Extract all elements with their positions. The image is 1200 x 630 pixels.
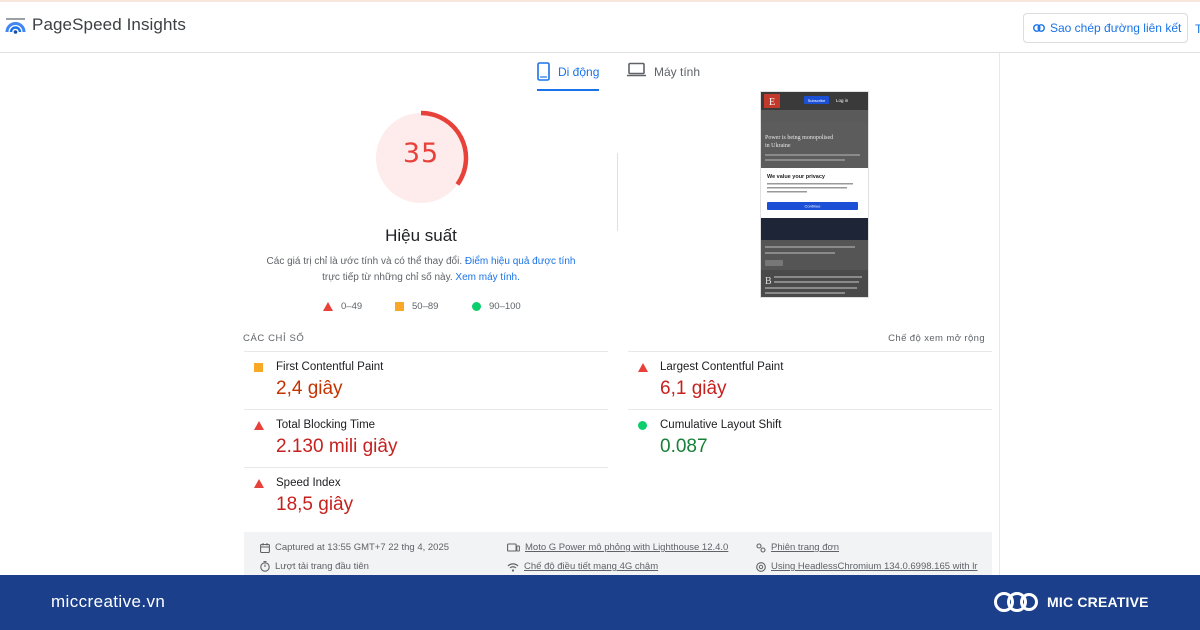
poor-triangle-icon: [323, 302, 333, 311]
metric-value: 18,5 giây: [276, 494, 354, 515]
top-bar: PageSpeed Insights Sao chép đường liên k…: [0, 2, 1200, 53]
metric-tbt: Total Blocking Time 2.130 mili giây: [244, 409, 608, 467]
calculator-link[interactable]: Xem máy tính.: [455, 272, 519, 283]
brand-banner: miccreative.vn MIC CREATIVE: [0, 575, 1200, 630]
performance-score: 35: [402, 138, 440, 169]
metric-value: 0.087: [660, 436, 708, 457]
run-info-box: Captured at 13:55 GMT+7 22 thg 4, 2025 M…: [244, 532, 992, 578]
description-text: Các giá trị chỉ là ước tính và có thể th…: [266, 256, 463, 267]
copy-link-button[interactable]: Sao chép đường liên kết: [1023, 13, 1188, 43]
metric-fcp: First Contentful Paint 2,4 giây: [244, 351, 608, 409]
metric-cls: Cumulative Layout Shift 0.087: [628, 409, 992, 467]
poor-triangle-icon: [254, 421, 264, 430]
session-icon: [756, 542, 766, 553]
browser-info[interactable]: Using HeadlessChromium 134.0.6998.165 wi…: [756, 561, 977, 572]
performance-description: Các giá trị chỉ là ước tính và có thể th…: [257, 254, 585, 286]
load-text: Lượt tải trang đầu tiên: [275, 561, 369, 572]
vertical-divider: [617, 153, 618, 231]
browser-text: Using HeadlessChromium 134.0.6998.165 wi…: [771, 561, 978, 572]
metric-name: Cumulative Layout Shift: [660, 419, 782, 431]
truncated-action[interactable]: T: [1195, 22, 1200, 36]
tab-desktop-label: Máy tính: [654, 65, 701, 79]
tab-desktop[interactable]: Máy tính: [627, 62, 700, 91]
screenshot-image: E Subscribe Log in Power is being monopo…: [761, 92, 868, 297]
good-circle-icon: [638, 421, 647, 430]
brand-logo: MIC CREATIVE: [993, 587, 1149, 617]
metric-name: Total Blocking Time: [276, 419, 376, 431]
svg-text:Power is being monopolised: Power is being monopolised: [765, 135, 833, 141]
tab-mobile-label: Di động: [558, 65, 600, 79]
network-info[interactable]: Chế độ điều tiết mạng 4G chậm: [507, 561, 658, 572]
session-text: Phiên trang đơn: [771, 542, 840, 553]
metrics-section-label: CÁC CHỈ SỐ: [243, 333, 305, 344]
legend-good: 90–100: [472, 301, 521, 312]
performance-title: Hiệu suất: [385, 226, 457, 245]
metric-name: Speed Index: [276, 477, 341, 489]
metric-name: Largest Contentful Paint: [660, 361, 784, 373]
network-text: Chế độ điều tiết mạng 4G chậm: [524, 561, 659, 572]
laptop-icon: [627, 62, 646, 77]
session-info[interactable]: Phiên trang đơn: [756, 542, 839, 553]
description-text-2: trực tiếp từ những chỉ số này.: [322, 272, 453, 283]
device-info[interactable]: Moto G Power mô phỏng with Lighthouse 12…: [507, 542, 728, 553]
app-title: PageSpeed Insights: [32, 15, 186, 34]
tab-mobile[interactable]: Di động: [537, 62, 600, 91]
score-calc-link[interactable]: Điểm hiệu quả được tính: [465, 256, 576, 267]
legend-poor-label: 0–49: [341, 301, 363, 312]
pagespeed-logo-icon: [5, 17, 26, 34]
app-logo[interactable]: PageSpeed Insights: [5, 15, 186, 35]
average-square-icon: [254, 363, 263, 372]
copy-link-label: Sao chép đường liên kết: [1050, 21, 1182, 35]
metric-name: First Contentful Paint: [276, 361, 384, 373]
smartphone-icon: [537, 62, 550, 81]
load-info: Lượt tải trang đầu tiên: [260, 561, 369, 572]
calendar-icon: [260, 542, 270, 553]
wifi-icon: [507, 562, 519, 572]
svg-text:Continue: Continue: [804, 204, 821, 209]
metric-value: 6,1 giây: [660, 378, 727, 399]
svg-text:in Ukraine: in Ukraine: [765, 143, 791, 149]
website-url: miccreative.vn: [51, 592, 166, 611]
page-screenshot-thumbnail: E Subscribe Log in Power is being monopo…: [760, 91, 869, 298]
link-icon: [1033, 24, 1045, 32]
captured-info: Captured at 13:55 GMT+7 22 thg 4, 2025: [260, 542, 449, 553]
legend-good-label: 90–100: [489, 301, 521, 312]
infinity-logo-icon: [994, 592, 1038, 612]
metric-value: 2.130 mili giây: [276, 436, 398, 457]
metric-si: Speed Index 18,5 giây: [244, 467, 608, 525]
legend-average-label: 50–89: [412, 301, 439, 312]
svg-text:B: B: [765, 276, 772, 287]
device-icon: [507, 542, 520, 552]
report-panel: Di động Máy tính 35 Hiệu suất Các giá tr…: [237, 53, 1000, 578]
poor-triangle-icon: [254, 479, 264, 488]
metric-value: 2,4 giây: [276, 378, 343, 399]
svg-text:We value your privacy: We value your privacy: [767, 174, 826, 180]
poor-triangle-icon: [638, 363, 648, 372]
svg-text:Subscribe: Subscribe: [808, 98, 827, 103]
good-circle-icon: [472, 302, 481, 311]
captured-text: Captured at 13:55 GMT+7 22 thg 4, 2025: [275, 542, 450, 553]
svg-text:E: E: [769, 97, 775, 108]
brand-name: MIC CREATIVE: [1047, 594, 1149, 610]
svg-text:Log in: Log in: [836, 98, 849, 103]
chrome-icon: [756, 561, 766, 572]
legend-average: 50–89: [395, 301, 438, 312]
legend-poor: 0–49: [323, 301, 362, 312]
average-square-icon: [395, 302, 404, 311]
timer-icon: [260, 561, 270, 572]
device-text: Moto G Power mô phỏng with Lighthouse 12…: [525, 542, 729, 553]
metric-lcp: Largest Contentful Paint 6,1 giây: [628, 351, 992, 409]
expanded-view-toggle[interactable]: Chế độ xem mở rộng: [888, 333, 985, 344]
